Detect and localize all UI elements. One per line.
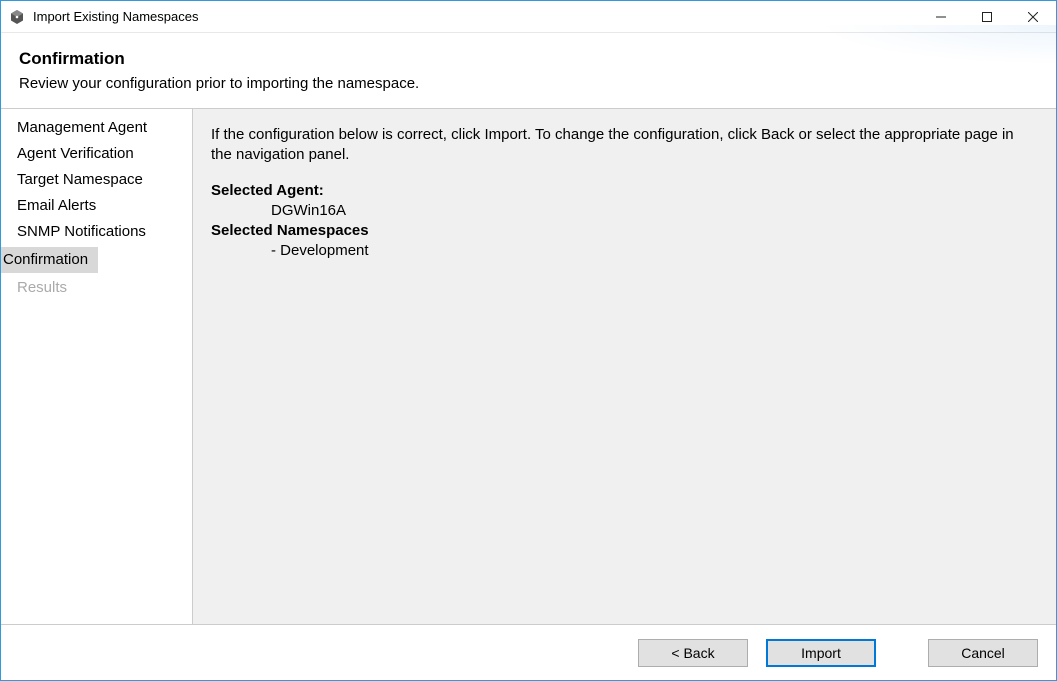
back-button[interactable]: < Back [638, 639, 748, 667]
wizard-sidebar: Management Agent Agent Verification Targ… [1, 109, 193, 624]
namespace-item: - Development [271, 241, 1038, 261]
sidebar-item-confirmation[interactable]: Confirmation [1, 245, 192, 275]
page-title: Confirmation [19, 49, 1038, 69]
minimize-button[interactable] [918, 1, 964, 32]
app-icon [9, 9, 25, 25]
selected-agent-label: Selected Agent: [211, 181, 1038, 201]
sidebar-item-email-alerts[interactable]: Email Alerts [1, 193, 192, 219]
window-controls [918, 1, 1056, 32]
wizard-header: Confirmation Review your configuration p… [1, 33, 1056, 109]
cancel-button[interactable]: Cancel [928, 639, 1038, 667]
instruction-text: If the configuration below is correct, c… [211, 125, 1038, 165]
titlebar: Import Existing Namespaces [1, 1, 1056, 33]
import-button[interactable]: Import [766, 639, 876, 667]
page-description: Review your configuration prior to impor… [19, 75, 1038, 92]
wizard-footer: < Back Import Cancel [1, 624, 1056, 680]
sidebar-item-confirmation-label: Confirmation [1, 247, 98, 273]
wizard-content: If the configuration below is correct, c… [193, 109, 1056, 624]
sidebar-item-results: Results [1, 275, 192, 301]
sidebar-item-snmp-notifications[interactable]: SNMP Notifications [1, 219, 192, 245]
sidebar-item-management-agent[interactable]: Management Agent [1, 115, 192, 141]
selected-agent-value: DGWin16A [271, 201, 1038, 221]
close-button[interactable] [1010, 1, 1056, 32]
window-title: Import Existing Namespaces [33, 9, 918, 24]
wizard-body: Management Agent Agent Verification Targ… [1, 109, 1056, 624]
sidebar-item-agent-verification[interactable]: Agent Verification [1, 141, 192, 167]
sidebar-item-target-namespace[interactable]: Target Namespace [1, 167, 192, 193]
wizard-window: Import Existing Namespaces Confirmation … [0, 0, 1057, 681]
selected-namespaces-label: Selected Namespaces [211, 221, 1038, 241]
maximize-button[interactable] [964, 1, 1010, 32]
